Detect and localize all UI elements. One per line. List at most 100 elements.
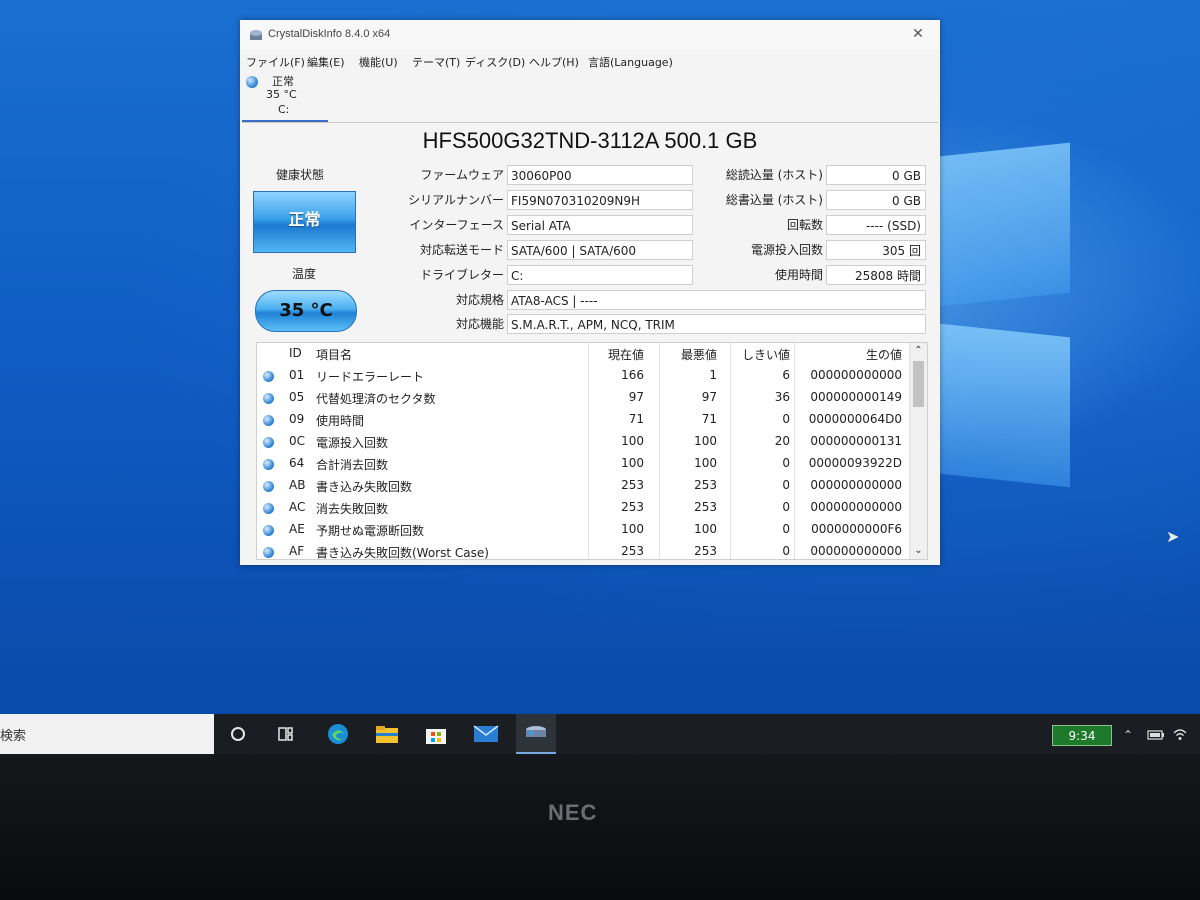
status-dot-icon — [263, 371, 274, 382]
header-raw[interactable]: 生の値 — [794, 346, 902, 363]
row-id: 64 — [289, 456, 305, 470]
status-dot-icon — [263, 393, 274, 404]
row-raw: 0000000000F6 — [811, 522, 902, 536]
row-name: 使用時間 — [316, 414, 365, 428]
row-threshold: 0 — [782, 478, 790, 492]
menu-language[interactable]: 言語(Language) — [588, 54, 673, 70]
row-raw: 000000000000 — [810, 544, 902, 558]
features-label: 対応機能 — [455, 317, 504, 331]
mouse-cursor-icon: ➤ — [1166, 527, 1180, 546]
serial-label: シリアルナンバー — [408, 193, 504, 207]
table-row[interactable]: AF 書き込み失敗回数(Worst Case) 253 253 0 000000… — [257, 541, 909, 560]
row-id: 05 — [289, 390, 305, 404]
row-id: AF — [289, 544, 305, 558]
power-on-hours-value: 25808 時間 — [826, 265, 926, 285]
drive-tab-status: 正常 — [272, 75, 294, 88]
mail-icon[interactable] — [466, 714, 506, 754]
row-worst: 1 — [709, 368, 717, 382]
row-name: 予期せぬ電源断回数 — [316, 524, 425, 538]
host-reads-value: 0 GB — [826, 165, 926, 185]
status-dot-icon — [263, 547, 274, 558]
menu-disk[interactable]: ディスク(D) — [465, 54, 525, 70]
nec-logo: NEC — [548, 800, 598, 825]
taskbar-clock[interactable]: 9:34 — [1052, 725, 1112, 746]
firmware-value: 30060P00 — [507, 165, 693, 185]
chevron-up-icon[interactable]: ⌃ — [1123, 728, 1133, 742]
row-current: 253 — [621, 478, 644, 492]
power-on-count-value: 305 回 — [826, 240, 926, 260]
cortana-circle-icon[interactable] — [218, 714, 258, 754]
app-icon — [250, 30, 262, 40]
divider — [242, 122, 938, 123]
row-current: 100 — [621, 434, 644, 448]
row-worst: 100 — [694, 434, 717, 448]
transfer-mode-label: 対応転送モード — [419, 243, 504, 257]
drive-tab-c[interactable]: 正常 35 °C C: — [242, 72, 328, 122]
crystaldiskinfo-icon[interactable] — [516, 714, 556, 754]
menu-theme[interactable]: テーマ(T) — [412, 54, 460, 70]
row-threshold: 0 — [782, 544, 790, 558]
table-row[interactable]: AC 消去失敗回数 253 253 0 000000000000 — [257, 497, 909, 519]
menu-function[interactable]: 機能(U) — [359, 54, 398, 70]
rotation-label: 回転数 — [786, 218, 823, 232]
table-row[interactable]: 0C 電源投入回数 100 100 20 000000000131 — [257, 431, 909, 453]
status-dot-icon — [263, 481, 274, 492]
row-current: 100 — [621, 522, 644, 536]
scroll-thumb[interactable] — [913, 361, 924, 407]
temperature-badge[interactable]: 35 °C — [255, 290, 357, 332]
row-raw: 000000000000 — [810, 500, 902, 514]
table-header: ID 項目名 現在値 最悪値 しきい値 生の値 — [257, 343, 909, 365]
wifi-icon[interactable] — [1172, 727, 1188, 744]
header-current[interactable]: 現在値 — [588, 346, 644, 363]
menu-edit[interactable]: 編集(E) — [307, 54, 345, 70]
row-threshold: 0 — [782, 522, 790, 536]
host-reads-label: 総読込量 (ホスト) — [725, 168, 823, 182]
table-row[interactable]: 05 代替処理済のセクタ数 97 97 36 000000000149 — [257, 387, 909, 409]
row-worst: 97 — [701, 390, 717, 404]
file-explorer-icon[interactable] — [367, 714, 407, 754]
health-label: 健康状態 — [276, 168, 325, 182]
table-row[interactable]: 01 リードエラーレート 166 1 6 000000000000 — [257, 365, 909, 387]
drive-tab-temp: 35 °C — [266, 88, 297, 101]
table-scrollbar[interactable]: ⌃ ⌄ — [909, 343, 927, 559]
row-threshold: 36 — [774, 390, 790, 404]
search-text: 検索 — [0, 729, 27, 744]
table-row[interactable]: AB 書き込み失敗回数 253 253 0 000000000000 — [257, 475, 909, 497]
table-row[interactable]: 09 使用時間 71 71 0 0000000064D0 — [257, 409, 909, 431]
scroll-up-icon[interactable]: ⌃ — [910, 343, 927, 359]
store-icon[interactable] — [416, 714, 456, 754]
row-current: 97 — [628, 390, 644, 404]
smart-attribute-table[interactable]: ID 項目名 現在値 最悪値 しきい値 生の値 01 リードエラーレート 166… — [256, 342, 928, 560]
row-threshold: 0 — [782, 456, 790, 470]
scroll-down-icon[interactable]: ⌄ — [910, 543, 927, 559]
header-name[interactable]: 項目名 — [316, 346, 352, 363]
interface-value: Serial ATA — [507, 215, 693, 235]
table-row[interactable]: 64 合計消去回数 100 100 0 00000093922D — [257, 453, 909, 475]
health-status-badge[interactable]: 正常 — [253, 191, 356, 253]
task-view-icon[interactable] — [267, 714, 307, 754]
row-name: 書き込み失敗回数(Worst Case) — [316, 546, 489, 560]
header-id[interactable]: ID — [289, 346, 302, 360]
windows-logo-icon — [930, 142, 1080, 490]
battery-icon[interactable] — [1147, 729, 1165, 744]
menubar: ファイル(F) 編集(E) 機能(U) テーマ(T) ディスク(D) ヘルプ(H… — [240, 52, 940, 72]
drive-letter-value: C: — [507, 265, 693, 285]
menu-file[interactable]: ファイル(F) — [246, 54, 305, 70]
power-on-count-label: 電源投入回数 — [750, 243, 823, 257]
window-title: CrystalDiskInfo 8.4.0 x64 — [268, 28, 391, 40]
header-worst[interactable]: 最悪値 — [659, 346, 717, 363]
row-raw: 0000000064D0 — [808, 412, 902, 426]
table-row[interactable]: AE 予期せぬ電源断回数 100 100 0 0000000000F6 — [257, 519, 909, 541]
temperature-label: 温度 — [292, 267, 317, 281]
rotation-value: ---- (SSD) — [826, 215, 926, 235]
header-threshold[interactable]: しきい値 — [730, 346, 790, 363]
taskbar-search-box[interactable]: 検索 — [0, 714, 214, 754]
menu-help[interactable]: ヘルプ(H) — [529, 54, 579, 70]
close-icon[interactable]: ✕ — [906, 23, 930, 45]
row-id: 0C — [289, 434, 306, 448]
titlebar: CrystalDiskInfo 8.4.0 x64 ✕ — [240, 20, 940, 50]
status-dot-icon — [263, 525, 274, 536]
status-dot-icon — [263, 437, 274, 448]
edge-icon[interactable] — [318, 714, 358, 754]
row-id: AB — [289, 478, 306, 492]
